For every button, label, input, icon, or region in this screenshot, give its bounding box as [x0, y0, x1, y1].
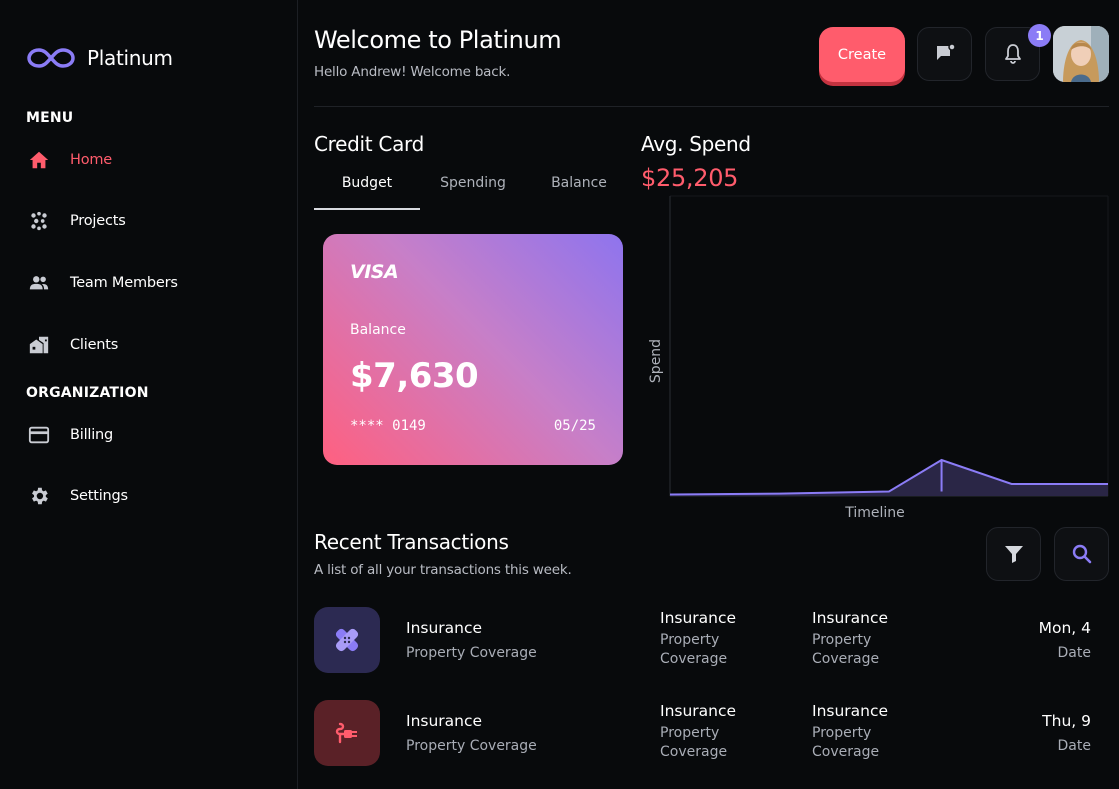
sidebar-item-label: Settings — [70, 488, 128, 504]
sidebar-item-label: Team Members — [70, 275, 178, 291]
tab-balance[interactable]: Balance — [526, 170, 632, 210]
sidebar-item-label: Projects — [70, 213, 126, 229]
sidebar-item-billing[interactable]: Billing — [26, 420, 113, 450]
transaction-col-2: Insurance Property Coverage — [812, 702, 932, 762]
infinity-logo-icon — [27, 48, 75, 68]
y-axis-label: Spend — [648, 339, 664, 383]
table-row[interactable]: Insurance Property Coverage Insurance Pr… — [314, 700, 1109, 770]
transaction-name: Insurance — [406, 712, 483, 730]
menu-section-label: MENU — [26, 110, 74, 126]
search-button[interactable] — [1054, 527, 1109, 581]
col-title: Insurance — [660, 609, 737, 627]
sidebar-item-home[interactable]: Home — [26, 145, 112, 175]
clients-icon — [26, 332, 52, 358]
sidebar-item-settings[interactable]: Settings — [26, 481, 128, 511]
sidebar-item-projects[interactable]: Projects — [26, 206, 126, 236]
home-icon — [26, 147, 52, 173]
x-axis-label: Timeline — [844, 505, 905, 521]
page-title: Welcome to Platinum — [314, 26, 562, 54]
bandage-icon — [314, 607, 380, 673]
transaction-sub: Property Coverage — [406, 738, 537, 754]
transaction-sub: Property Coverage — [406, 645, 537, 661]
header-divider — [314, 106, 1109, 107]
avg-spend-value: $25,205 — [641, 164, 739, 192]
table-row[interactable]: Insurance Property Coverage Insurance Pr… — [314, 607, 1109, 677]
date-value: Thu, 9 — [1042, 712, 1091, 730]
transaction-col-1: Insurance Property Coverage — [660, 702, 780, 762]
transactions-subtitle: A list of all your transactions this wee… — [314, 562, 572, 578]
card-balance-label: Balance — [350, 322, 406, 338]
page-subtitle: Hello Andrew! Welcome back. — [314, 64, 511, 80]
credit-card[interactable]: VISA Balance $7,630 **** 0149 05/25 — [323, 234, 623, 465]
transactions-title: Recent Transactions — [314, 530, 509, 554]
sidebar-item-label: Billing — [70, 427, 114, 443]
sidebar-item-label: Home — [70, 152, 113, 168]
projects-icon — [26, 208, 52, 234]
card-expiry: 05/25 — [553, 418, 596, 434]
col-title: Insurance — [812, 702, 889, 720]
date-label: Date — [1057, 738, 1091, 754]
transaction-col-1: Insurance Property Coverage — [660, 609, 780, 669]
messages-button[interactable] — [917, 27, 972, 81]
date-label: Date — [1057, 645, 1091, 661]
billing-icon — [26, 422, 52, 448]
sidebar-item-label: Clients — [70, 337, 119, 353]
card-balance: $7,630 — [350, 356, 479, 396]
avatar[interactable] — [1053, 26, 1109, 82]
transaction-date: Mon, 4 Date — [1039, 619, 1091, 661]
date-value: Mon, 4 — [1038, 619, 1091, 637]
transaction-col-2: Insurance Property Coverage — [812, 609, 932, 669]
organization-section-label: ORGANIZATION — [26, 385, 149, 401]
team-icon — [26, 270, 52, 296]
avg-spend-title: Avg. Spend — [641, 132, 751, 156]
message-flag-icon — [936, 43, 956, 60]
gear-icon — [26, 483, 52, 509]
plug-icon — [314, 700, 380, 766]
col-title: Insurance — [660, 702, 737, 720]
search-icon — [1072, 544, 1091, 564]
sidebar-item-team-members[interactable]: Team Members — [26, 268, 178, 298]
filter-button[interactable] — [986, 527, 1041, 581]
brand[interactable]: Platinum — [26, 44, 173, 72]
tab-budget[interactable]: Budget — [314, 170, 420, 210]
credit-card-tabs: Budget Spending Balance — [314, 170, 632, 210]
create-button[interactable]: Create — [819, 27, 905, 82]
card-number: **** 0149 — [350, 418, 426, 434]
brand-name: Platinum — [87, 46, 173, 70]
col-sub: Property Coverage — [812, 725, 880, 760]
transaction-name: Insurance — [406, 619, 483, 637]
col-title: Insurance — [812, 609, 889, 627]
visa-logo: VISA — [350, 261, 399, 283]
notification-badge: 1 — [1028, 24, 1051, 47]
filter-icon — [1004, 546, 1023, 563]
credit-card-title: Credit Card — [314, 132, 424, 156]
col-sub: Property Coverage — [660, 632, 728, 667]
bell-icon — [1004, 44, 1021, 64]
transaction-date: Thu, 9 Date — [1042, 712, 1091, 754]
col-sub: Property Coverage — [812, 632, 880, 667]
user-avatar-icon — [1053, 26, 1109, 82]
tab-spending[interactable]: Spending — [420, 170, 526, 210]
spend-chart: Spend Timeline — [648, 195, 1109, 521]
sidebar-item-clients[interactable]: Clients — [26, 330, 118, 360]
col-sub: Property Coverage — [660, 725, 728, 760]
sidebar: Platinum MENU Home Projects Team Members — [0, 0, 298, 789]
